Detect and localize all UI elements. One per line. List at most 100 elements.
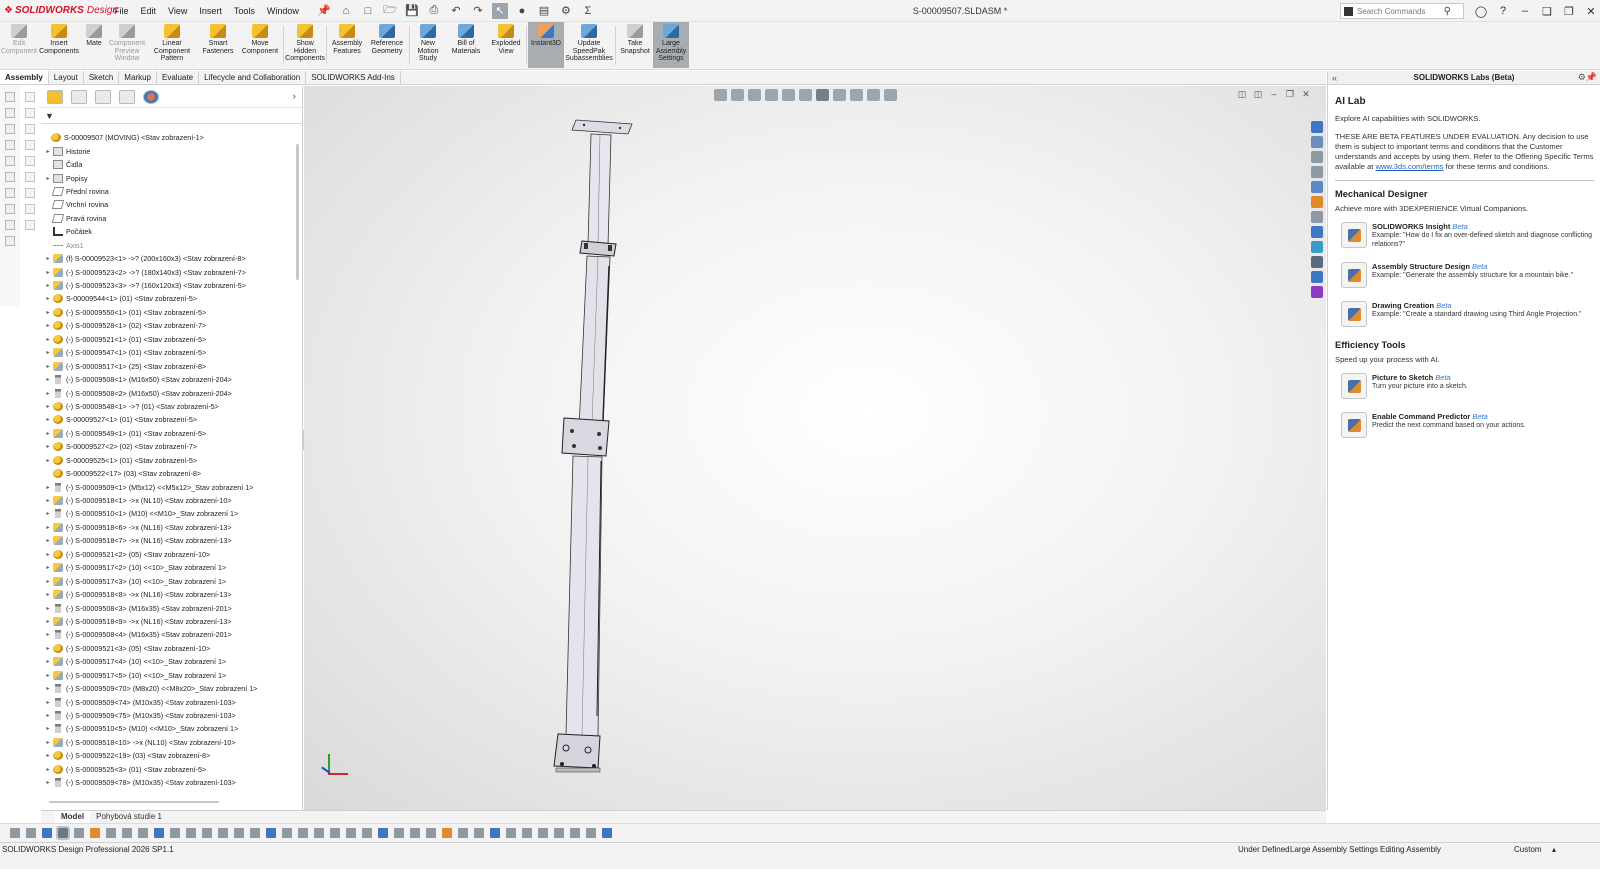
ribbon-new-motion-study-button[interactable]: New Motion Study	[411, 22, 445, 68]
expand-arrow-icon[interactable]: ▸	[43, 672, 53, 679]
tab-evaluate[interactable]: Evaluate	[157, 71, 200, 84]
print-icon[interactable]: ⎙	[426, 3, 442, 19]
tab-assembly[interactable]: Assembly	[0, 71, 49, 84]
tab-sketch[interactable]: Sketch	[84, 71, 120, 84]
tree-node[interactable]: ▸ Popisy	[41, 171, 296, 184]
selection-filter-icon[interactable]	[458, 828, 468, 838]
tool-icon[interactable]	[25, 124, 35, 134]
feature-tree-tab-icon[interactable]	[47, 89, 63, 104]
selection-filter-icon[interactable]	[298, 828, 308, 838]
expand-arrow-icon[interactable]: ▸	[43, 497, 53, 504]
viewport-close-icon[interactable]: ✕	[1300, 89, 1312, 100]
expand-arrow-icon[interactable]: ▸	[43, 618, 53, 625]
ribbon-instant3d-button[interactable]: Instant3D	[528, 22, 564, 68]
undo-icon[interactable]: ↶	[448, 3, 464, 19]
selection-filter-icon[interactable]	[410, 828, 420, 838]
expand-arrow-icon[interactable]: ▸	[43, 712, 53, 719]
tree-node[interactable]: ▸ (-) S-00009510<5> (M10) <<M10>_Stav zob…	[41, 722, 296, 735]
bottom-tab-1[interactable]: Pohybová studie 1	[90, 811, 168, 823]
dimxpert-tab-icon[interactable]	[119, 89, 135, 104]
tree-node[interactable]: ▸ (-) S-00009517<2> (10) <<10>_Stav zobra…	[41, 561, 296, 574]
apply-scene-icon[interactable]	[867, 89, 880, 101]
expand-arrow-icon[interactable]: ▸	[43, 376, 53, 383]
close-icon[interactable]: ✕	[1580, 5, 1600, 18]
drawing-creation-card[interactable]: Drawing Creation Beta Example: "Create a s…	[1341, 301, 1594, 327]
tool-icon[interactable]	[25, 204, 35, 214]
lower-tube[interactable]	[565, 455, 603, 737]
tree-node[interactable]: ▸ (-) S-00009510<1> (M10) <<M10>_Stav zob…	[41, 507, 296, 520]
tree-node[interactable]: ▸ (-) S-00009518<7> ->x (NL16) <Stav zobr…	[41, 534, 296, 547]
selection-filter-icon[interactable]	[266, 828, 276, 838]
tree-node[interactable]: ▸ S-00009525<1> (01) <Stav zobrazení-5>	[41, 454, 296, 467]
expand-arrow-icon[interactable]: ▸	[43, 564, 53, 571]
tree-node[interactable]: ▸ (-) S-00009509<75> (M10x35) <Stav zobra…	[41, 709, 296, 722]
tree-node[interactable]: Počátek	[41, 225, 296, 238]
tree-node[interactable]: ▸ (-) S-00009517<1> (25) <Stav zobrazení-…	[41, 359, 296, 372]
ribbon-large-assembly-settings-button[interactable]: Large Assembly Settings	[653, 22, 689, 68]
top-plate[interactable]	[571, 119, 633, 135]
search-icon[interactable]: ⚲	[1444, 6, 1451, 17]
ribbon-bill-of-materials-button[interactable]: Bill of Materials	[445, 22, 487, 68]
selection-filter-icon[interactable]	[106, 828, 116, 838]
tool-icon[interactable]	[25, 188, 35, 198]
expand-arrow-icon[interactable]: ▸	[43, 295, 53, 302]
file-explorer-icon[interactable]	[1311, 151, 1323, 163]
pin-icon[interactable]: 📌	[316, 3, 332, 19]
help-icon[interactable]: ?	[1492, 5, 1514, 17]
tree-node[interactable]: ▸ S-00009527<2> (02) <Stav zobrazení-7>	[41, 440, 296, 453]
open-folder-icon[interactable]: 🗁	[382, 3, 398, 19]
traffic-light-icon[interactable]: ●	[514, 3, 530, 19]
options-gear-icon[interactable]: ⚙	[558, 3, 574, 19]
search-commands-input[interactable]: Search Commands ⚲	[1340, 3, 1464, 19]
ribbon-assembly-features-button[interactable]: Assembly Features	[328, 22, 366, 68]
tree-node[interactable]: ▸ (-) S-00009517<3> (10) <<10>_Stav zobra…	[41, 574, 296, 587]
view-settings-icon[interactable]	[884, 89, 897, 101]
3dexperience-icon[interactable]	[1311, 241, 1323, 253]
configuration-manager-tab-icon[interactable]	[95, 89, 111, 104]
tab-layout[interactable]: Layout	[49, 71, 84, 84]
section-view-icon[interactable]	[765, 89, 778, 101]
selection-filter-icon[interactable]	[56, 826, 70, 840]
selection-filter-icon[interactable]	[346, 828, 356, 838]
menu-insert[interactable]: Insert	[193, 0, 228, 22]
units-status[interactable]: Custom	[1514, 845, 1542, 854]
home-tab-icon[interactable]	[1311, 256, 1323, 268]
tree-node[interactable]: ▸ (-) S-00009549<1> (01) <Stav zobrazení-…	[41, 427, 296, 440]
tree-node[interactable]: ▸ (-) S-00009509<1> (M5x12) <<M5x12>_Stav…	[41, 480, 296, 493]
expand-arrow-icon[interactable]: ▸	[43, 457, 53, 464]
edit-appearance-icon[interactable]	[850, 89, 863, 101]
expand-arrow-icon[interactable]: ▸	[43, 605, 53, 612]
previous-view-icon[interactable]	[748, 89, 761, 101]
selection-filter-icon[interactable]	[602, 828, 612, 838]
tool-icon[interactable]	[5, 156, 15, 166]
enable-command-predictor-card[interactable]: Enable Command Predictor Beta Predict the …	[1341, 412, 1594, 438]
tool-icon[interactable]	[25, 156, 35, 166]
selection-filter-icon[interactable]	[394, 828, 404, 838]
tree-node[interactable]: Pravá rovina	[41, 212, 296, 225]
expand-arrow-icon[interactable]: ▸	[43, 269, 53, 276]
save-icon[interactable]: 💾	[404, 3, 420, 19]
tab-markup[interactable]: Markup	[119, 71, 157, 84]
ai-lab-icon[interactable]	[1311, 286, 1323, 298]
expand-arrow-icon[interactable]: ▸	[43, 645, 53, 652]
tree-node[interactable]: ▸ (-) S-00009508<3> (M16x35) <Stav zobraz…	[41, 601, 296, 614]
selection-filter-icon[interactable]	[42, 828, 52, 838]
panel-pin-icon[interactable]: ⚙📌	[1578, 72, 1597, 83]
viewport-minimize-icon[interactable]: –	[1268, 89, 1280, 100]
tree-node[interactable]: Čidla	[41, 158, 296, 171]
selection-filter-icon[interactable]	[586, 828, 596, 838]
tree-node[interactable]: Vrchní rovina	[41, 198, 296, 211]
tree-node[interactable]: ▸ (-) S-00009548<1> ->? (01) <Stav zobraz…	[41, 400, 296, 413]
selection-filter-icon[interactable]	[218, 828, 228, 838]
filter-icon[interactable]: ▼	[45, 111, 54, 121]
tree-node[interactable]: Přední rovina	[41, 185, 296, 198]
display-manager-tab-icon[interactable]	[143, 89, 159, 104]
chevron-right-icon[interactable]: ›	[293, 91, 296, 102]
selection-filter-icon[interactable]	[362, 828, 372, 838]
expand-arrow-icon[interactable]: ▸	[43, 725, 53, 732]
select-cursor-icon[interactable]: ↖	[491, 2, 508, 19]
tree-vertical-scrollbar[interactable]	[296, 144, 299, 280]
tile-icon[interactable]: ◫	[1236, 89, 1248, 100]
tree-node[interactable]: ▸ (-) S-00009509<70> (M8x20) <<M8x20>_Sta…	[41, 682, 296, 695]
selection-filter-icon[interactable]	[522, 828, 532, 838]
